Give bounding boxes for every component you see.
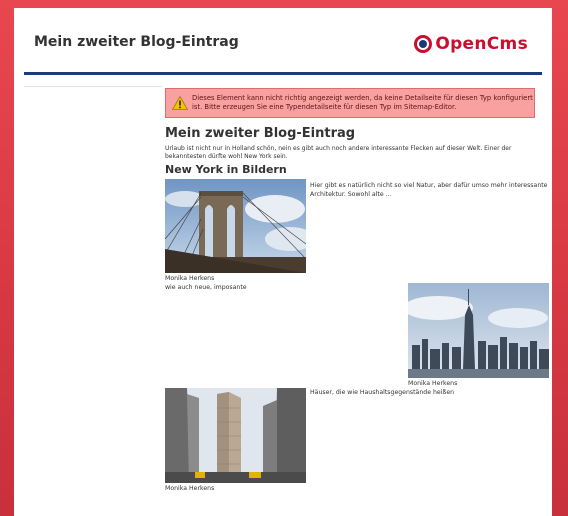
article-title: Mein zweiter Blog-Eintrag (165, 126, 356, 141)
site-header: Mein zweiter Blog-Eintrag OpenCms (14, 8, 552, 74)
header-divider (24, 72, 542, 75)
warning-icon (172, 96, 188, 110)
brooklyn-bridge-image[interactable] (165, 179, 306, 273)
manhattan-skyline-image[interactable] (408, 283, 549, 378)
flatiron-building-image[interactable] (165, 388, 306, 483)
article-intro: Urlaub ist nicht nur in Holland schön, n… (165, 145, 512, 160)
warning-box: Dieses Element kann nicht richtig angeze… (165, 88, 535, 118)
paragraph-architecture: Hier gibt es natürlich nicht so viel Nat… (310, 182, 548, 198)
logo-text: OpenCms (435, 34, 528, 54)
opencms-logo[interactable]: OpenCms (413, 34, 528, 54)
site-title[interactable]: Mein zweiter Blog-Eintrag (34, 34, 239, 50)
sidebar-divider (24, 86, 162, 87)
warning-message: Dieses Element kann nicht richtig angeze… (192, 94, 533, 111)
section-heading: New York in Bildern (165, 163, 287, 176)
image-caption: Monika Herkens (408, 380, 458, 387)
paragraph-buildings: Häuser, die wie Haushaltsgegenstände hei… (310, 389, 455, 396)
opencms-logo-icon (414, 35, 433, 53)
image-caption: Monika Herkens (165, 275, 215, 282)
page-container: Mein zweiter Blog-Eintrag OpenCms Dieses… (14, 8, 552, 516)
paragraph-new: wie auch neue, imposante (165, 284, 247, 291)
image-caption: Monika Herkens (165, 485, 215, 492)
